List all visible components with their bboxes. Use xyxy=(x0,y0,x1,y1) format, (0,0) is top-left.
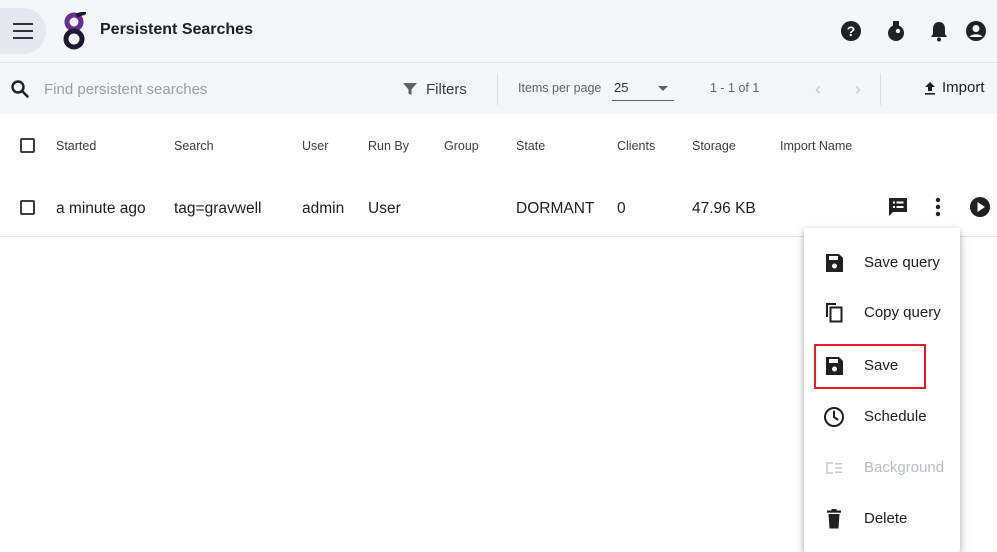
play-icon[interactable] xyxy=(968,195,992,219)
column-header-started[interactable]: Started xyxy=(56,139,96,153)
toolbar-divider xyxy=(497,73,498,105)
column-header-storage[interactable]: Storage xyxy=(692,139,736,153)
upload-icon xyxy=(925,81,935,95)
clock-icon xyxy=(824,407,844,427)
filters-label: Filters xyxy=(426,80,467,98)
menu-item-label: Schedule xyxy=(864,408,927,425)
column-header-search[interactable]: Search xyxy=(174,139,214,153)
toolbar-divider xyxy=(880,73,881,105)
row-actions-menu: Save query Copy query Save Schedule Back… xyxy=(804,228,960,552)
search-input[interactable] xyxy=(44,77,384,101)
items-per-page-label: Items per page xyxy=(518,81,602,95)
menu-item-label: Save query xyxy=(864,254,940,271)
table-header: Started Search User Run By Group State C… xyxy=(0,114,997,176)
cell-run-by: User xyxy=(368,200,401,217)
menu-item-background: Background xyxy=(804,444,960,492)
page-title: Persistent Searches xyxy=(100,21,253,38)
row-checkbox[interactable] xyxy=(20,200,35,215)
cell-state: DORMANT xyxy=(516,200,595,217)
select-all-checkbox[interactable] xyxy=(20,138,35,153)
menu-item-label: Delete xyxy=(864,510,908,527)
menu-item-label: Background xyxy=(864,459,945,476)
chevron-down-icon xyxy=(658,86,668,91)
menu-item-copy-query[interactable]: Copy query xyxy=(804,289,960,337)
menu-item-schedule[interactable]: Schedule xyxy=(804,393,960,441)
cell-user: admin xyxy=(302,200,345,217)
results-icon[interactable] xyxy=(886,195,910,219)
column-header-clients[interactable]: Clients xyxy=(617,139,655,153)
app-header: Persistent Searches ? xyxy=(0,0,997,62)
column-header-user[interactable]: User xyxy=(302,139,328,153)
copy-icon xyxy=(826,303,843,323)
menu-icon xyxy=(13,23,33,39)
menu-item-label: Save xyxy=(864,357,899,374)
previous-page-button[interactable]: ‹ xyxy=(806,77,830,101)
search-icon xyxy=(11,80,29,98)
menu-item-save-query[interactable]: Save query xyxy=(804,239,960,287)
menu-item-label: Copy query xyxy=(864,304,941,321)
menu-item-save[interactable]: Save xyxy=(804,342,960,390)
column-header-state[interactable]: State xyxy=(516,139,545,153)
kit-icon[interactable] xyxy=(884,19,908,43)
cell-search: tag=gravwell xyxy=(174,200,262,217)
background-icon xyxy=(826,462,842,474)
column-header-import-name[interactable]: Import Name xyxy=(780,139,852,153)
column-header-group[interactable]: Group xyxy=(444,139,479,153)
save-icon xyxy=(826,254,843,272)
menu-item-delete[interactable]: Delete xyxy=(804,495,960,543)
menu-button[interactable] xyxy=(0,8,46,54)
trash-icon xyxy=(827,509,841,529)
import-label: Import xyxy=(942,79,985,96)
column-header-run-by[interactable]: Run By xyxy=(368,139,409,153)
account-icon[interactable] xyxy=(964,19,988,43)
help-icon[interactable]: ? xyxy=(839,19,863,43)
items-per-page-select[interactable]: 25 xyxy=(612,77,674,101)
filters-button[interactable]: Filters xyxy=(402,75,467,103)
save-icon xyxy=(826,357,843,375)
toolbar: Filters Items per page 25 1 - 1 of 1 ‹ ›… xyxy=(0,62,997,114)
gravwell-logo xyxy=(63,12,86,50)
cell-storage: 47.96 KB xyxy=(692,200,756,217)
filter-icon xyxy=(403,83,417,95)
pagination-range: 1 - 1 of 1 xyxy=(710,81,760,95)
next-page-button[interactable]: › xyxy=(846,77,870,101)
cell-started: a minute ago xyxy=(56,200,146,217)
more-vert-icon[interactable] xyxy=(926,195,950,219)
cell-clients: 0 xyxy=(617,200,626,217)
bell-icon[interactable] xyxy=(927,19,951,43)
import-button[interactable]: Import xyxy=(924,79,985,96)
items-per-page-value: 25 xyxy=(614,80,629,95)
svg-text:?: ? xyxy=(847,23,856,39)
